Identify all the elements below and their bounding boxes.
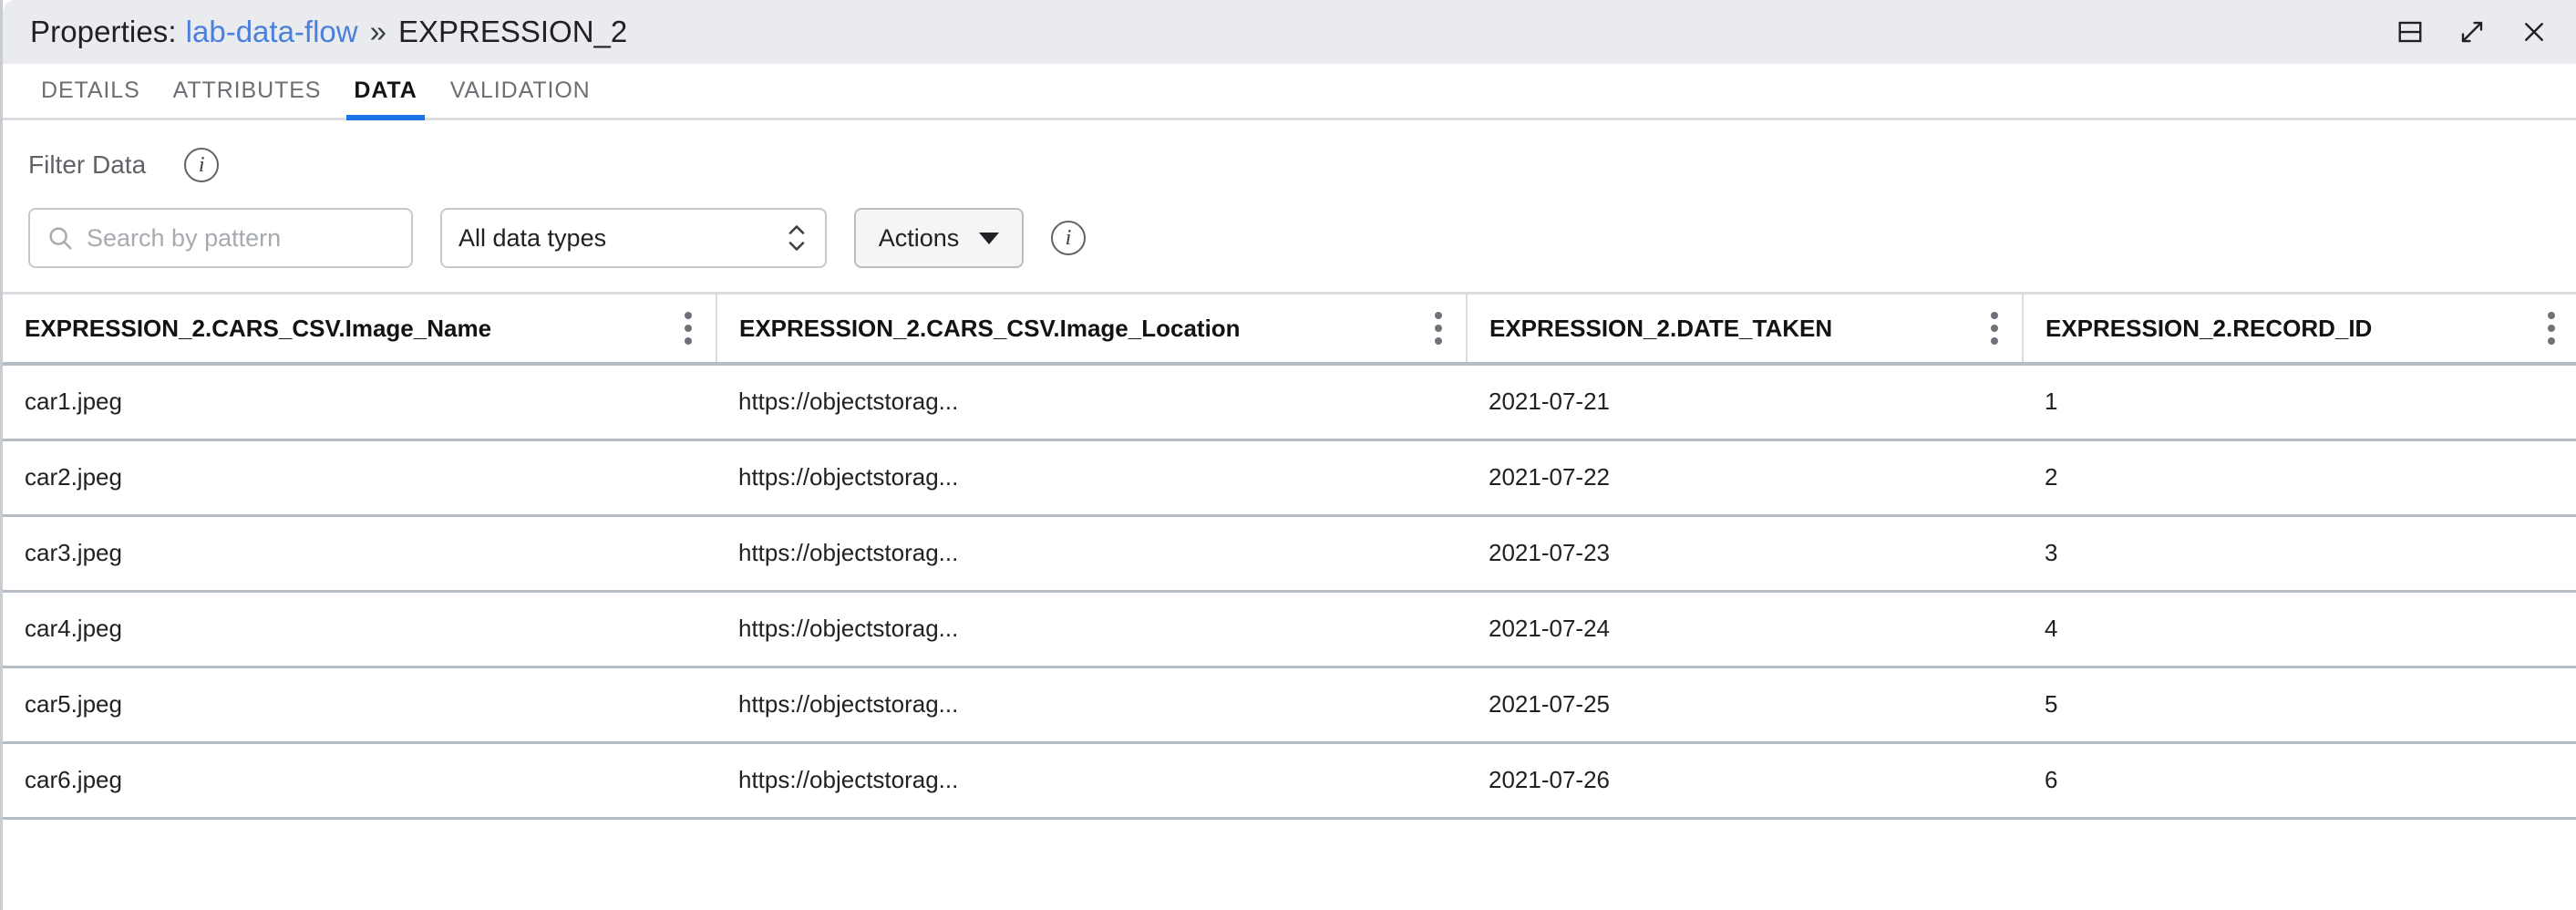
table-row[interactable]: car1.jpeg https://objectstorag... 2021-0… xyxy=(3,364,2576,439)
panel-tabs: DETAILS ATTRIBUTES DATA VALIDATION xyxy=(3,64,2576,120)
data-table-header-row: EXPRESSION_2.CARS_CSV.Image_Name EXPRESS… xyxy=(3,295,2576,364)
cell-date-taken: 2021-07-27 xyxy=(1467,818,2023,842)
panel-title-prefix: Properties: xyxy=(30,15,177,49)
cell-date-taken: 2021-07-22 xyxy=(1467,439,2023,515)
cell-image-name: car2.jpeg xyxy=(3,439,716,515)
breadcrumb-link-flow[interactable]: lab-data-flow xyxy=(186,15,358,49)
close-icon[interactable] xyxy=(2516,14,2552,50)
breadcrumb-separator: » xyxy=(370,15,386,49)
data-type-select-value: All data types xyxy=(459,224,606,253)
caret-down-icon xyxy=(979,233,999,244)
dock-panel-icon[interactable] xyxy=(2392,14,2428,50)
stepper-chevrons-icon xyxy=(787,224,807,253)
cell-record-id: 5 xyxy=(2023,667,2576,742)
filter-data-label: Filter Data xyxy=(28,150,146,180)
tab-data[interactable]: DATA xyxy=(337,64,433,118)
tab-data-label: DATA xyxy=(354,78,417,104)
filter-data-info-icon[interactable]: i xyxy=(184,148,219,182)
cell-record-id: 3 xyxy=(2023,515,2576,591)
cell-image-name: car4.jpeg xyxy=(3,591,716,667)
data-table-body: car1.jpeg https://objectstorag... 2021-0… xyxy=(3,364,2576,842)
cell-image-location: https://objectstorag... xyxy=(716,667,1467,742)
cell-date-taken: 2021-07-25 xyxy=(1467,667,2023,742)
kebab-menu-icon[interactable] xyxy=(1987,306,2002,350)
filter-data-panel: Filter Data i All data types xyxy=(3,120,2576,295)
column-header-date-taken-label: EXPRESSION_2.DATE_TAKEN xyxy=(1489,315,1832,343)
tab-attributes[interactable]: ATTRIBUTES xyxy=(157,64,338,118)
breadcrumb-current-node: EXPRESSION_2 xyxy=(398,15,627,49)
tab-validation[interactable]: VALIDATION xyxy=(434,64,607,118)
column-header-image-name-label: EXPRESSION_2.CARS_CSV.Image_Name xyxy=(25,315,491,343)
cell-image-name: car1.jpeg xyxy=(3,364,716,439)
cell-record-id: 6 xyxy=(2023,742,2576,818)
cell-image-location: https://objectstorag... xyxy=(716,591,1467,667)
cell-image-location: https://objectstorag... xyxy=(716,818,1467,842)
cell-date-taken: 2021-07-23 xyxy=(1467,515,2023,591)
expand-icon[interactable] xyxy=(2454,14,2490,50)
table-row[interactable]: car6.jpeg https://objectstorag... 2021-0… xyxy=(3,742,2576,818)
filter-data-header: Filter Data i xyxy=(28,148,2550,182)
actions-button-label: Actions xyxy=(879,224,960,253)
cell-image-name: car7.jpeg xyxy=(3,818,716,842)
column-header-date-taken[interactable]: EXPRESSION_2.DATE_TAKEN xyxy=(1467,295,2023,364)
tab-details-label: DETAILS xyxy=(41,78,140,104)
actions-info-icon[interactable]: i xyxy=(1051,221,1086,255)
search-input-wrapper[interactable] xyxy=(28,208,413,268)
cell-date-taken: 2021-07-21 xyxy=(1467,364,2023,439)
cell-record-id: 2 xyxy=(2023,439,2576,515)
table-row[interactable]: car7.jpeg https://objectstorag... 2021-0… xyxy=(3,818,2576,842)
table-row[interactable]: car3.jpeg https://objectstorag... 2021-0… xyxy=(3,515,2576,591)
tab-attributes-label: ATTRIBUTES xyxy=(173,78,322,104)
data-table: EXPRESSION_2.CARS_CSV.Image_Name EXPRESS… xyxy=(3,295,2576,842)
column-header-image-name[interactable]: EXPRESSION_2.CARS_CSV.Image_Name xyxy=(3,295,716,364)
tab-validation-label: VALIDATION xyxy=(450,78,591,104)
properties-panel: Properties: lab-data-flow » EXPRESSION_2 xyxy=(0,0,2576,910)
table-row[interactable]: car2.jpeg https://objectstorag... 2021-0… xyxy=(3,439,2576,515)
kebab-menu-icon[interactable] xyxy=(1431,306,1446,350)
cell-image-location: https://objectstorag... xyxy=(716,439,1467,515)
cell-image-name: car6.jpeg xyxy=(3,742,716,818)
column-header-image-location-label: EXPRESSION_2.CARS_CSV.Image_Location xyxy=(739,315,1241,343)
column-header-record-id-label: EXPRESSION_2.RECORD_ID xyxy=(2045,315,2372,343)
cell-record-id: 4 xyxy=(2023,591,2576,667)
data-table-container[interactable]: EXPRESSION_2.CARS_CSV.Image_Name EXPRESS… xyxy=(3,295,2576,842)
cell-image-location: https://objectstorag... xyxy=(716,364,1467,439)
search-input[interactable] xyxy=(87,224,395,253)
data-table-head: EXPRESSION_2.CARS_CSV.Image_Name EXPRESS… xyxy=(3,295,2576,364)
column-header-image-location[interactable]: EXPRESSION_2.CARS_CSV.Image_Location xyxy=(716,295,1467,364)
cell-record-id: 1 xyxy=(2023,364,2576,439)
cell-image-location: https://objectstorag... xyxy=(716,742,1467,818)
filter-controls-row: All data types Actions i xyxy=(28,208,2550,268)
column-header-record-id[interactable]: EXPRESSION_2.RECORD_ID xyxy=(2023,295,2576,364)
cell-image-location: https://objectstorag... xyxy=(716,515,1467,591)
kebab-menu-icon[interactable] xyxy=(2544,306,2559,350)
tab-details[interactable]: DETAILS xyxy=(25,64,157,118)
cell-image-name: car5.jpeg xyxy=(3,667,716,742)
window-controls xyxy=(2392,14,2552,50)
data-type-select[interactable]: All data types xyxy=(440,208,827,268)
cell-date-taken: 2021-07-24 xyxy=(1467,591,2023,667)
panel-titlebar: Properties: lab-data-flow » EXPRESSION_2 xyxy=(3,0,2576,64)
table-row[interactable]: car4.jpeg https://objectstorag... 2021-0… xyxy=(3,591,2576,667)
cell-image-name: car3.jpeg xyxy=(3,515,716,591)
kebab-menu-icon[interactable] xyxy=(681,306,696,350)
cell-date-taken: 2021-07-26 xyxy=(1467,742,2023,818)
table-row[interactable]: car5.jpeg https://objectstorag... 2021-0… xyxy=(3,667,2576,742)
search-icon xyxy=(46,224,74,252)
cell-record-id: 7 xyxy=(2023,818,2576,842)
actions-button[interactable]: Actions xyxy=(854,208,1024,268)
